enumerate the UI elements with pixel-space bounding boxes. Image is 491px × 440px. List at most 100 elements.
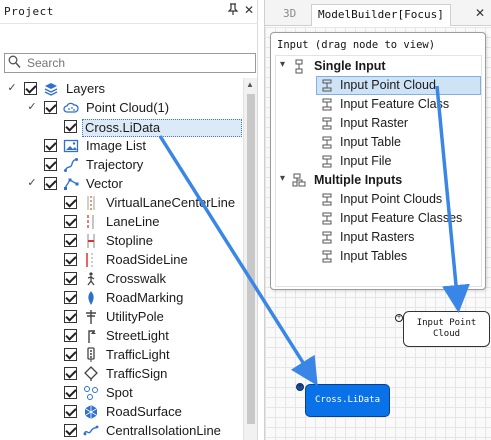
- palette-item-input-file[interactable]: Input File: [276, 152, 481, 171]
- node-label: Cross.LiData: [314, 395, 381, 405]
- palette-item-input-feature-classes[interactable]: Input Feature Classes: [276, 209, 481, 228]
- tree-item-label: RoadMarking: [106, 290, 184, 305]
- tree-item-label: UtilityPole: [106, 309, 164, 324]
- palette-group-single-input[interactable]: ▾ Single Input: [276, 57, 481, 76]
- palette-item-input-raster[interactable]: Input Raster: [276, 114, 481, 133]
- tree-item-central-isolation-line[interactable]: CentralIsolationLine: [0, 422, 243, 440]
- tree-scrollbar[interactable]: ▲: [243, 78, 257, 440]
- layers-checkbox[interactable]: [24, 82, 37, 95]
- layer-checkbox[interactable]: [64, 329, 77, 342]
- vector-checkbox[interactable]: [44, 177, 57, 190]
- tab-3d[interactable]: 3D: [277, 4, 302, 26]
- close-icon[interactable]: ✕: [242, 3, 256, 17]
- spot-icon: [83, 385, 99, 401]
- palette-item-input-point-clouds[interactable]: Input Point Clouds: [276, 190, 481, 209]
- tree-item-point-cloud[interactable]: ✓ Point Cloud(1): [0, 99, 243, 118]
- node-port[interactable]: +: [395, 314, 403, 322]
- input-node-icon: [320, 230, 334, 245]
- pin-icon[interactable]: [226, 3, 240, 19]
- cross-lidata-checkbox[interactable]: [64, 120, 77, 133]
- input-palette: Input (drag node to view) ▾ Single Input…: [270, 32, 486, 290]
- tree-item-image-list[interactable]: Image List: [0, 137, 243, 156]
- layer-checkbox[interactable]: [64, 424, 77, 437]
- tree-item-crosswalk[interactable]: Crosswalk: [0, 270, 243, 289]
- lane-line-icon: [83, 214, 99, 230]
- palette-group-multiple-inputs[interactable]: ▾ Multiple Inputs: [276, 171, 481, 190]
- collapse-icon[interactable]: ▾: [280, 59, 285, 70]
- input-node-icon: [320, 116, 334, 131]
- node-input-point-cloud[interactable]: Input Point Cloud: [403, 311, 490, 347]
- road-marking-icon: [83, 290, 99, 306]
- input-node-icon: [320, 154, 334, 169]
- tab-model-builder[interactable]: ModelBuilder[Focus]: [311, 4, 451, 26]
- palette-item-input-point-cloud[interactable]: Input Point Cloud: [276, 76, 481, 95]
- close-tab-icon[interactable]: ✕: [475, 6, 485, 20]
- palette-item-label: Input Raster: [340, 116, 409, 130]
- layer-checkbox[interactable]: [64, 215, 77, 228]
- dashed-line-icon: [83, 195, 99, 211]
- tree-item-utility-pole[interactable]: UtilityPole: [0, 308, 243, 327]
- point-cloud-icon: [63, 100, 79, 116]
- point-cloud-checkbox[interactable]: [44, 101, 57, 114]
- collapse-icon[interactable]: ▾: [280, 173, 285, 184]
- tree-item-label: CentralIsolationLine: [106, 423, 221, 438]
- layer-checkbox[interactable]: [64, 234, 77, 247]
- collapse-icon[interactable]: ✓: [26, 176, 38, 189]
- tree-item-traffic-sign[interactable]: TrafficSign: [0, 365, 243, 384]
- tree-item-label: StreetLight: [106, 328, 169, 343]
- layer-checkbox[interactable]: [64, 310, 77, 323]
- search-box[interactable]: [4, 53, 256, 73]
- scroll-up-icon[interactable]: ▲: [246, 80, 254, 89]
- tree-item-road-surface[interactable]: RoadSurface: [0, 403, 243, 422]
- crosswalk-icon: [83, 271, 99, 287]
- input-node-icon: [320, 249, 334, 264]
- node-cross-lidata[interactable]: Cross.LiData: [305, 384, 390, 417]
- layer-checkbox[interactable]: [64, 405, 77, 418]
- road-surface-icon: [83, 404, 99, 420]
- layer-checkbox[interactable]: [64, 253, 77, 266]
- palette-list: ▾ Single Input Input Point Cloud Input F…: [275, 55, 482, 287]
- palette-item-label: Input Point Cloud: [340, 78, 436, 92]
- tree-item-label: TrafficLight: [106, 347, 170, 362]
- layer-checkbox[interactable]: [64, 367, 77, 380]
- palette-item-label: Input Tables: [340, 249, 408, 263]
- layer-checkbox[interactable]: [64, 348, 77, 361]
- palette-item-label: Input Feature Classes: [340, 211, 463, 225]
- palette-item-input-rasters[interactable]: Input Rasters: [276, 228, 481, 247]
- tree-item-label: Spot: [106, 385, 133, 400]
- tree-item-cross-lidata[interactable]: Cross.LiData: [0, 118, 243, 137]
- tree-item-road-marking[interactable]: RoadMarking: [0, 289, 243, 308]
- layer-checkbox[interactable]: [64, 291, 77, 304]
- layer-checkbox[interactable]: [64, 386, 77, 399]
- collapse-icon[interactable]: ✓: [26, 100, 38, 113]
- tree-item-virtual-lane-centerline[interactable]: VirtualLaneCenterLine: [0, 194, 243, 213]
- layers-icon: [43, 81, 59, 97]
- layer-checkbox[interactable]: [64, 196, 77, 209]
- collapse-icon[interactable]: ✓: [6, 81, 18, 94]
- tree-item-label: LaneLine: [106, 214, 160, 229]
- tree-item-layers[interactable]: ✓ Layers: [0, 80, 243, 99]
- layer-checkbox[interactable]: [64, 272, 77, 285]
- tree-item-lane-line[interactable]: LaneLine: [0, 213, 243, 232]
- tree-item-traffic-light[interactable]: TrafficLight: [0, 346, 243, 365]
- tree-item-spot[interactable]: Spot: [0, 384, 243, 403]
- palette-item-input-table[interactable]: Input Table: [276, 133, 481, 152]
- tree-item-vector[interactable]: ✓ Vector: [0, 175, 243, 194]
- tree-item-roadside-line[interactable]: RoadSideLine: [0, 251, 243, 270]
- search-input[interactable]: [27, 55, 247, 71]
- tree-item-street-light[interactable]: StreetLight: [0, 327, 243, 346]
- palette-item-input-feature-class[interactable]: Input Feature Class: [276, 95, 481, 114]
- node-port[interactable]: +: [296, 383, 304, 391]
- tree-item-stopline[interactable]: Stopline: [0, 232, 243, 251]
- tree-item-label: TrafficSign: [106, 366, 168, 381]
- project-panel-header: Project ✕: [0, 0, 258, 24]
- street-light-icon: [83, 328, 99, 344]
- image-list-checkbox[interactable]: [44, 139, 57, 152]
- isolation-line-icon: [83, 423, 99, 439]
- tree-item-trajectory[interactable]: Trajectory: [0, 156, 243, 175]
- tree-item-label: Stopline: [106, 233, 153, 248]
- trajectory-checkbox[interactable]: [44, 158, 57, 171]
- palette-item-input-tables[interactable]: Input Tables: [276, 247, 481, 266]
- tab-bar: 3D ModelBuilder[Focus] ✕: [265, 0, 491, 26]
- scrollbar-thumb[interactable]: [247, 94, 255, 424]
